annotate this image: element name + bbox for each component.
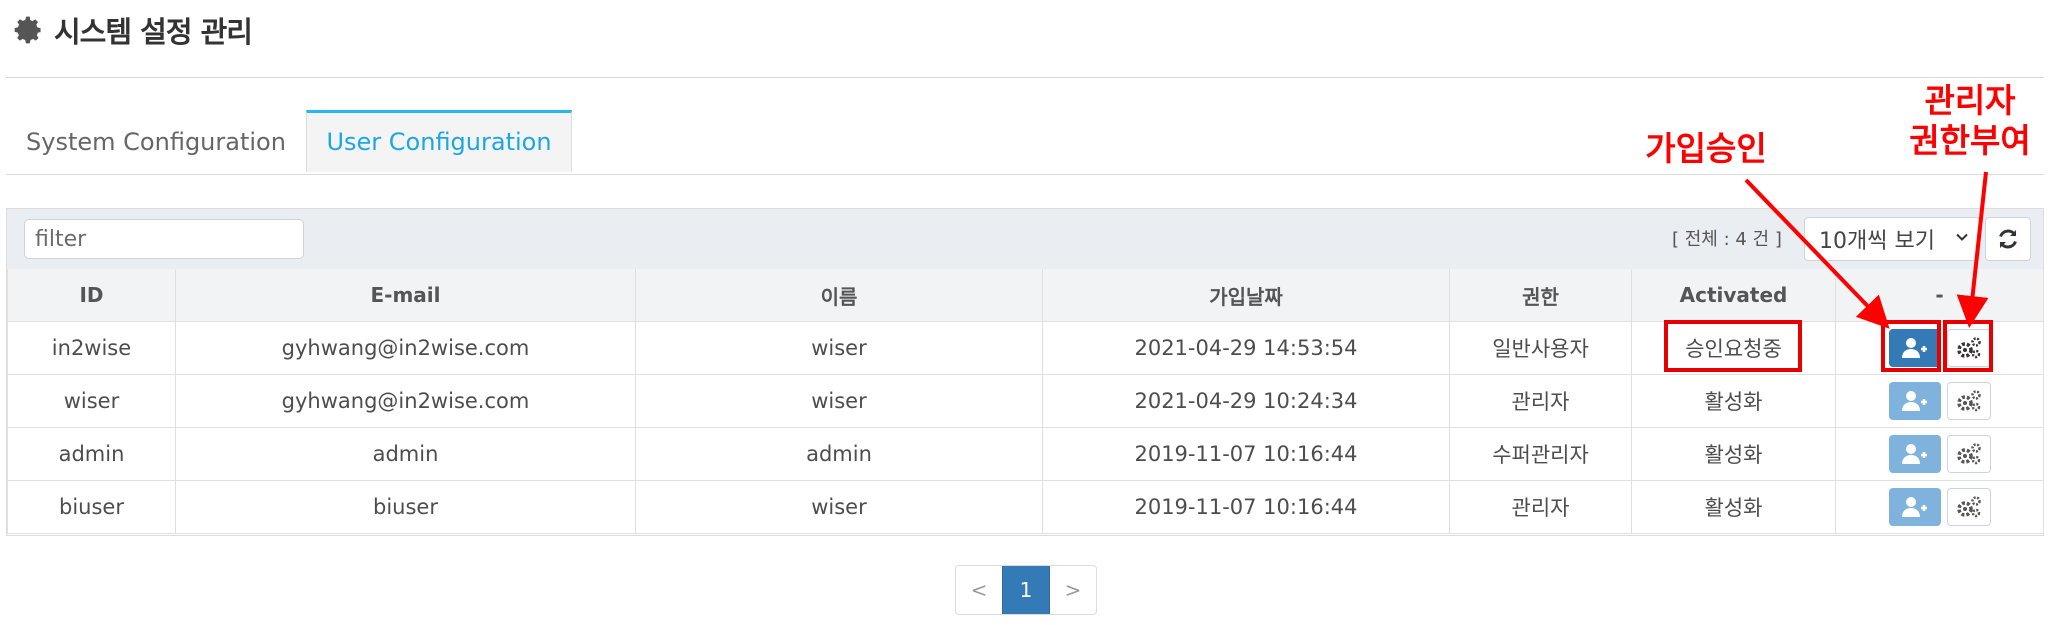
cell-actions	[1835, 374, 2044, 428]
table-header-row: ID E-mail 이름 가입날짜 권한 Activated -	[7, 269, 2044, 322]
approve-user-button[interactable]	[1888, 329, 1941, 367]
pagination-next[interactable]: >	[1050, 566, 1096, 614]
cell-status: 활성화	[1631, 427, 1836, 481]
user-table: ID E-mail 이름 가입날짜 권한 Activated - in2wise…	[7, 269, 2044, 534]
cell-name: admin	[635, 427, 1043, 481]
cell-status: 승인요청중	[1631, 321, 1836, 375]
pagination-prev[interactable]: <	[956, 566, 1002, 614]
gears-icon	[1956, 443, 1981, 465]
cell-id: in2wise	[7, 321, 176, 375]
gears-icon	[1956, 337, 1981, 359]
cell-date: 2021-04-29 14:53:54	[1042, 321, 1450, 375]
tab-user-configuration[interactable]: User Configuration	[306, 110, 572, 172]
approve-user-button[interactable]	[1888, 435, 1941, 473]
table-row: biuser biuser wiser 2019-11-07 10:16:44 …	[7, 480, 2044, 534]
grant-admin-button[interactable]	[1946, 488, 1991, 526]
page-size-select[interactable]: 10개씩 보기	[1804, 217, 1980, 261]
cell-email: admin	[175, 427, 636, 481]
cell-date: 2019-11-07 10:16:44	[1042, 427, 1450, 481]
grant-admin-button[interactable]	[1946, 329, 1991, 367]
annotation-admin-label-line2: 권한부여	[1909, 121, 2031, 160]
header-activated[interactable]: Activated	[1631, 269, 1836, 322]
total-count: [ 전체 : 4 건 ]	[1672, 229, 1782, 250]
annotation-admin-label-line1: 관리자	[1924, 81, 2016, 120]
grant-admin-button[interactable]	[1946, 382, 1991, 420]
table-row: in2wise gyhwang@in2wise.com wiser 2021-0…	[7, 321, 2044, 375]
cell-status: 활성화	[1631, 480, 1836, 534]
user-panel: [ 전체 : 4 건 ] 10개씩 보기 ID E-mail 이름	[6, 208, 2044, 536]
cell-id: wiser	[7, 374, 176, 428]
tab-system-configuration[interactable]: System Configuration	[6, 110, 306, 174]
header-email[interactable]: E-mail	[175, 269, 636, 322]
cell-role: 일반사용자	[1449, 321, 1632, 375]
cell-email: biuser	[175, 480, 636, 534]
cell-name: wiser	[635, 374, 1043, 428]
user-plus-icon	[1901, 444, 1927, 464]
refresh-icon	[1999, 229, 2017, 249]
cell-status: 활성화	[1631, 374, 1836, 428]
table-row: wiser gyhwang@in2wise.com wiser 2021-04-…	[7, 374, 2044, 428]
gears-icon	[1956, 390, 1981, 412]
cell-actions	[1835, 321, 2044, 375]
chevron-down-icon	[1956, 233, 1968, 241]
page-title: 시스템 설정 관리	[54, 15, 253, 49]
cell-id: admin	[7, 427, 176, 481]
user-plus-icon	[1901, 391, 1927, 411]
header-id[interactable]: ID	[7, 269, 176, 322]
user-plus-icon	[1901, 497, 1927, 517]
header-join-date[interactable]: 가입날짜	[1042, 269, 1450, 322]
header-role[interactable]: 권한	[1449, 269, 1632, 322]
table-toolbar: [ 전체 : 4 건 ] 10개씩 보기	[7, 209, 2043, 270]
approve-user-button[interactable]	[1888, 382, 1941, 420]
cell-date: 2021-04-29 10:24:34	[1042, 374, 1450, 428]
cell-role: 수퍼관리자	[1449, 427, 1632, 481]
filter-input[interactable]	[24, 219, 304, 259]
grant-admin-button[interactable]	[1946, 435, 1991, 473]
cell-email: gyhwang@in2wise.com	[175, 374, 636, 428]
page-size-value: 10개씩 보기	[1819, 229, 1935, 254]
user-plus-icon	[1901, 338, 1927, 358]
header-name[interactable]: 이름	[635, 269, 1043, 322]
refresh-button[interactable]	[1985, 217, 2031, 261]
gears-icon	[1956, 496, 1981, 518]
cell-date: 2019-11-07 10:16:44	[1042, 480, 1450, 534]
annotation-approve-label: 가입승인	[1645, 129, 1767, 168]
header-divider	[6, 77, 2044, 78]
table-row: admin admin admin 2019-11-07 10:16:44 수퍼…	[7, 427, 2044, 481]
cell-id: biuser	[7, 480, 176, 534]
page-header: 시스템 설정 관리	[12, 8, 253, 52]
cell-email: gyhwang@in2wise.com	[175, 321, 636, 375]
pagination: < 1 >	[955, 565, 1097, 615]
header-actions: -	[1835, 269, 2044, 322]
cell-name: wiser	[635, 321, 1043, 375]
gear-icon	[14, 16, 42, 44]
cell-actions	[1835, 427, 2044, 481]
cell-name: wiser	[635, 480, 1043, 534]
cell-role: 관리자	[1449, 374, 1632, 428]
approve-user-button[interactable]	[1888, 488, 1941, 526]
cell-role: 관리자	[1449, 480, 1632, 534]
cell-actions	[1835, 480, 2044, 534]
pagination-page-1[interactable]: 1	[1002, 566, 1050, 614]
